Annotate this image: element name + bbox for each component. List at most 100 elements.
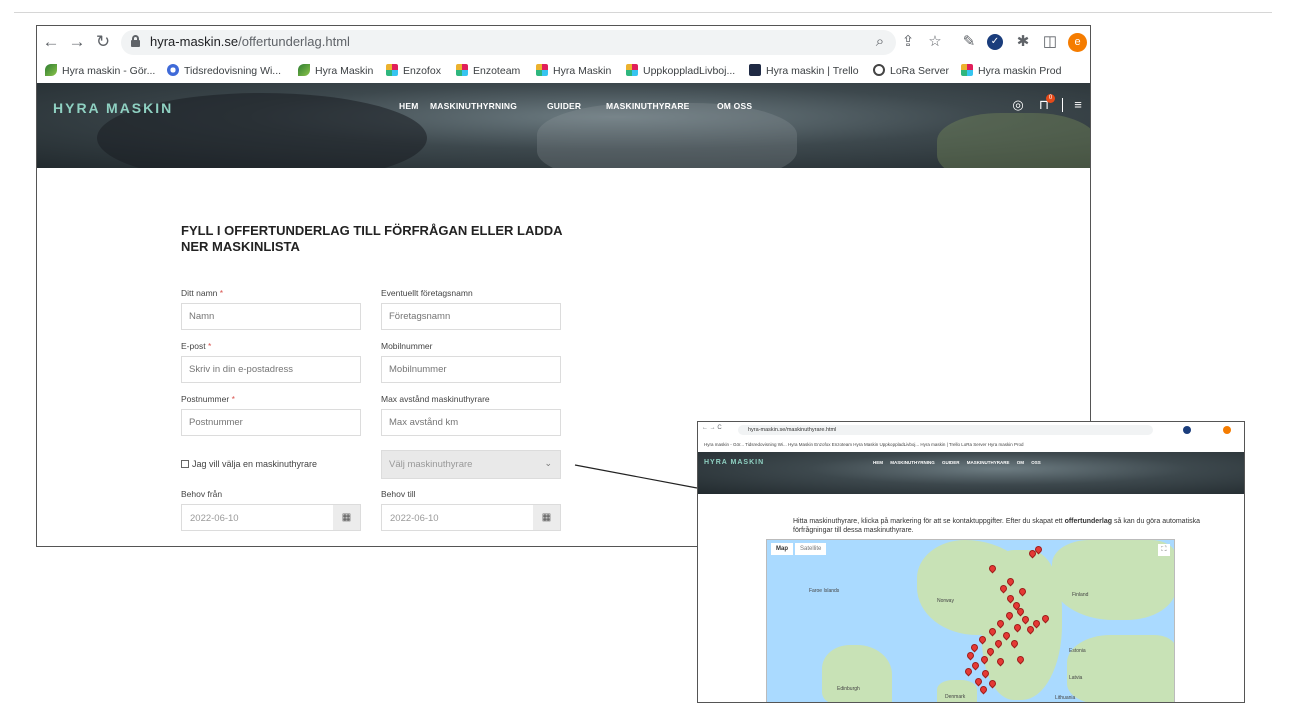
renter-select[interactable]: Välj maskinuthyrare ⌄ bbox=[381, 450, 561, 479]
bookmark-item[interactable]: Hyra maskin | Trello bbox=[749, 63, 859, 79]
bookmark-item[interactable]: UppkoppladLivboj... bbox=[626, 63, 735, 79]
slack-icon bbox=[536, 64, 548, 76]
map-tab-map[interactable]: Map bbox=[771, 543, 793, 555]
name-input[interactable] bbox=[181, 303, 361, 330]
slack-icon bbox=[961, 64, 973, 76]
bookmark-item[interactable]: Hyra maskin Prod bbox=[961, 63, 1061, 79]
slack-icon bbox=[456, 64, 468, 76]
from-label: Behov från bbox=[181, 489, 223, 499]
url-bar[interactable]: hyra-maskin.se/offertunderlag.html bbox=[121, 30, 896, 55]
bookmark-item[interactable]: Enzofox bbox=[386, 63, 441, 79]
slack-icon bbox=[386, 64, 398, 76]
back-arrow-icon[interactable]: ← bbox=[41, 32, 61, 52]
from-date-field[interactable]: 2022-06-10 ▦ bbox=[181, 504, 361, 531]
site-logo[interactable]: HYRA MASKIN bbox=[53, 100, 173, 116]
lora-icon bbox=[873, 64, 885, 76]
header-divider bbox=[1062, 98, 1063, 112]
distance-input[interactable] bbox=[381, 409, 561, 436]
inset-url: hyra-maskin.se/maskinuthyrare.html bbox=[738, 425, 1153, 435]
sidebar-icon[interactable]: ◫ bbox=[1041, 32, 1059, 52]
inset-profile-avatar bbox=[1223, 426, 1231, 434]
map-label: Faroe Islands bbox=[809, 588, 840, 594]
map-marker[interactable] bbox=[963, 666, 974, 677]
map-land-finland bbox=[1052, 540, 1174, 620]
fullscreen-icon[interactable]: ⛶ bbox=[1158, 544, 1170, 556]
company-input[interactable] bbox=[381, 303, 561, 330]
nav-maskinuthyrare[interactable]: MASKINUTHYRARE bbox=[606, 101, 690, 111]
map-land-sweden bbox=[982, 550, 1062, 700]
to-date-field[interactable]: 2022-06-10 ▦ bbox=[381, 504, 561, 531]
mobile-input[interactable] bbox=[381, 356, 561, 383]
profile-avatar[interactable]: e bbox=[1068, 33, 1087, 52]
map-label: Denmark bbox=[945, 694, 966, 700]
nav-om-oss[interactable]: OM OSS bbox=[717, 101, 752, 111]
email-label: E-post * bbox=[181, 341, 212, 351]
form-title: FYLL I OFFERTUNDERLAG TILL FÖRFRÅGAN ELL… bbox=[181, 223, 563, 254]
nav-guider[interactable]: GUIDER bbox=[547, 101, 581, 111]
inset-extension-icon bbox=[1183, 426, 1191, 434]
bookmark-item[interactable]: Hyra Maskin bbox=[536, 63, 611, 79]
checkbox-box[interactable] bbox=[181, 460, 189, 468]
map-label: Lithuania bbox=[1055, 695, 1076, 701]
map-land-baltics bbox=[1067, 635, 1174, 702]
choose-renter-checkbox[interactable]: Jag vill välja en maskinuthyrare bbox=[181, 459, 317, 469]
cart-count-badge: 0 bbox=[1046, 94, 1055, 103]
inset-site-logo: HYRA MASKIN bbox=[704, 459, 765, 466]
inset-bookmarks-bar: Hyra maskin - Gör... Tidsredovisning Wi.… bbox=[704, 442, 1024, 447]
map-label: Edinburgh bbox=[837, 686, 860, 692]
address-bar-row: ← → ↻ hyra-maskin.se/offertunderlag.html… bbox=[37, 26, 1090, 59]
share-icon[interactable]: ⇪ bbox=[899, 32, 917, 52]
bookmark-star-icon[interactable]: ☆ bbox=[926, 32, 944, 52]
hamburger-menu-icon[interactable]: ≡ bbox=[1070, 97, 1086, 113]
eyedropper-icon[interactable]: ✎ bbox=[960, 32, 978, 52]
inset-site-header: HYRA MASKIN HEM MASKINUTHYRNING GUIDER M… bbox=[698, 452, 1244, 494]
map-label: Finland bbox=[1072, 592, 1089, 598]
user-account-icon[interactable]: ◎ bbox=[1010, 97, 1026, 113]
bookmark-item[interactable]: Enzoteam bbox=[456, 63, 520, 79]
map-tab-satellite[interactable]: Satellite bbox=[795, 543, 827, 555]
map-label: Latvia bbox=[1069, 675, 1083, 681]
top-divider bbox=[14, 12, 1272, 13]
inset-address-bar: ← → C hyra-maskin.se/maskinuthyrare.html bbox=[698, 422, 1244, 438]
calendar-icon[interactable]: ▦ bbox=[333, 505, 360, 530]
reload-icon[interactable]: ↻ bbox=[93, 32, 113, 52]
map-marker[interactable] bbox=[978, 684, 989, 695]
lock-icon bbox=[131, 35, 140, 48]
clock-icon bbox=[167, 64, 179, 76]
email-input[interactable] bbox=[181, 356, 361, 383]
company-label: Eventuellt företagsnamn bbox=[381, 288, 473, 298]
zip-label: Postnummer * bbox=[181, 394, 235, 404]
inset-nav: HEM MASKINUTHYRNING GUIDER MASKINUTHYRAR… bbox=[873, 460, 1041, 465]
map-marker[interactable] bbox=[970, 660, 981, 671]
bookmark-item[interactable]: Tidsredovisning Wi... bbox=[167, 63, 281, 79]
calendar-icon[interactable]: ▦ bbox=[533, 505, 560, 530]
trello-icon bbox=[749, 64, 761, 76]
leaf-icon bbox=[45, 64, 57, 76]
bookmark-item[interactable]: Hyra Maskin bbox=[298, 63, 373, 79]
chevron-down-icon: ⌄ bbox=[544, 458, 552, 468]
nav-maskinuthyrning[interactable]: MASKINUTHYRNING bbox=[430, 101, 517, 111]
url-text: hyra-maskin.se/offertunderlag.html bbox=[150, 34, 350, 49]
distance-label: Max avstånd maskinuthyrare bbox=[381, 394, 490, 404]
map-land-scotland bbox=[822, 645, 892, 702]
inset-intro-text: Hitta maskinuthyrare, klicka på markerin… bbox=[793, 518, 1200, 534]
slack-icon bbox=[626, 64, 638, 76]
nav-home[interactable]: HEM bbox=[399, 101, 419, 111]
map-label: Norway bbox=[937, 598, 954, 604]
extension-check-icon[interactable]: ✓ bbox=[987, 34, 1003, 50]
bookmark-item[interactable]: Hyra maskin - Gör... bbox=[45, 63, 155, 79]
name-label: Ditt namn * bbox=[181, 288, 224, 298]
leaf-icon bbox=[298, 64, 310, 76]
to-label: Behov till bbox=[381, 489, 416, 499]
forward-arrow-icon[interactable]: → bbox=[67, 32, 87, 52]
site-header-hero: HYRA MASKIN HEM MASKINUTHYRNING GUIDER M… bbox=[37, 83, 1090, 168]
zip-input[interactable] bbox=[181, 409, 361, 436]
inset-browser-screenshot: ← → C hyra-maskin.se/maskinuthyrare.html… bbox=[697, 421, 1245, 703]
extensions-puzzle-icon[interactable]: ✱ bbox=[1014, 32, 1032, 52]
mobile-label: Mobilnummer bbox=[381, 341, 433, 351]
renter-map[interactable]: Map Satellite ⛶ Faroe Islands Norway Fin… bbox=[766, 539, 1175, 702]
map-label: Estonia bbox=[1069, 648, 1086, 654]
bookmark-item[interactable]: LoRa Server bbox=[873, 63, 949, 79]
zoom-icon[interactable]: ⌕ bbox=[871, 32, 889, 52]
bookmarks-bar: Hyra maskin - Gör... Tidsredovisning Wi.… bbox=[37, 59, 1090, 83]
